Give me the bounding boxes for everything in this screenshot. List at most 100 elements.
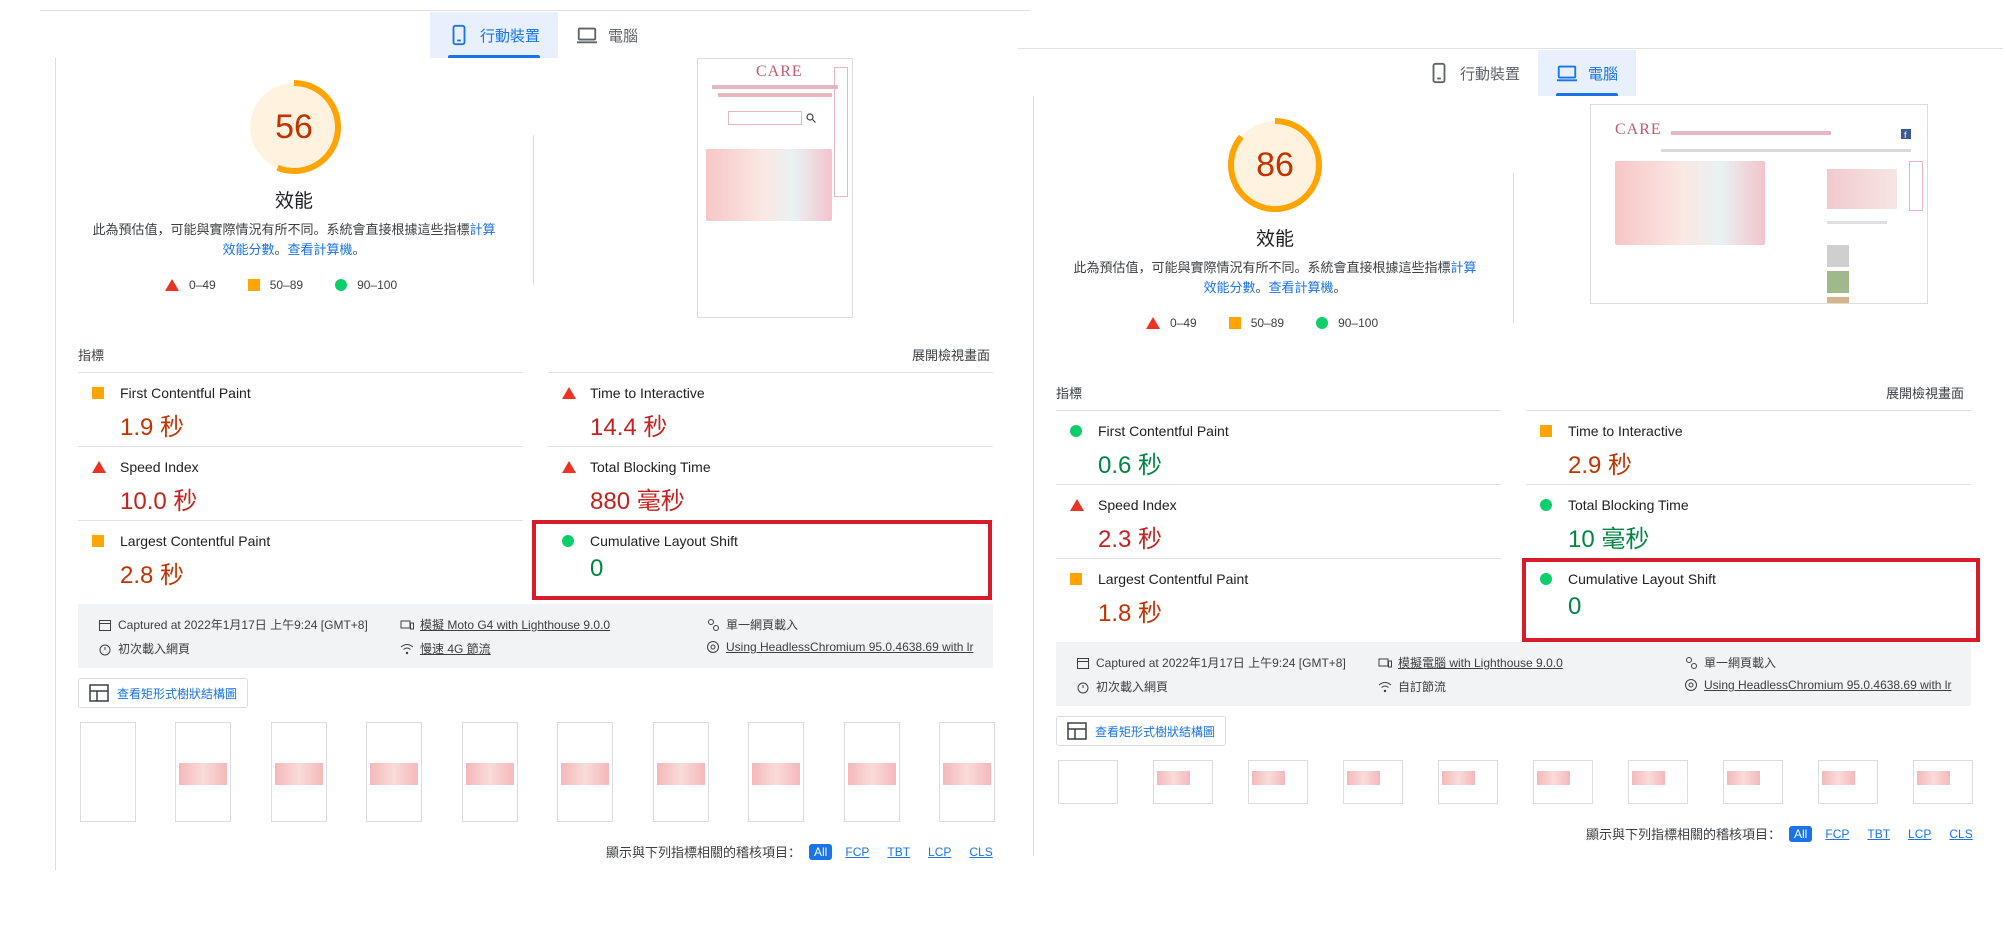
filter-cls[interactable]: CLS bbox=[964, 844, 997, 860]
filmstrip-frame bbox=[80, 722, 136, 822]
top-divider bbox=[40, 10, 1030, 11]
load-type: 初次載入網頁 bbox=[98, 640, 190, 657]
metric-value: 2.9 秒 bbox=[1568, 452, 1633, 479]
network-throttling[interactable]: 自訂節流 bbox=[1378, 678, 1446, 695]
load-type: 初次載入網頁 bbox=[1076, 678, 1168, 695]
session-type: 單一網頁載入 bbox=[706, 616, 798, 633]
filter-all[interactable]: All bbox=[809, 843, 833, 860]
metric-value: 1.9 秒 bbox=[120, 414, 185, 441]
filmstrip-frame bbox=[1343, 760, 1403, 804]
metric-si: Speed Index 2.3 秒 bbox=[1056, 484, 1501, 558]
metric-name: Total Blocking Time bbox=[1568, 497, 1689, 513]
filmstrip-frame bbox=[1913, 760, 1973, 804]
square-icon bbox=[1228, 317, 1241, 329]
filter-tbt[interactable]: TBT bbox=[1862, 826, 1895, 842]
metric-name: Largest Contentful Paint bbox=[1098, 571, 1249, 587]
tab-desktop[interactable]: 電腦 bbox=[558, 12, 656, 58]
circle-icon bbox=[1540, 499, 1552, 511]
view-treemap-button[interactable]: 查看矩形式樹狀結構圖 bbox=[78, 678, 249, 708]
legend-fail-label: 0–49 bbox=[1170, 316, 1197, 330]
frame-banner bbox=[370, 763, 419, 785]
filmstrip-frame bbox=[1818, 760, 1878, 804]
devices-icon bbox=[400, 620, 414, 629]
network-throttling[interactable]: 慢速 4G 節流 bbox=[400, 640, 491, 657]
tab-mobile[interactable]: 行動裝置 bbox=[430, 12, 559, 58]
session-text: 單一網頁載入 bbox=[726, 618, 799, 632]
wifi-icon bbox=[400, 643, 414, 654]
filter-fcp[interactable]: FCP bbox=[1820, 826, 1854, 842]
devices-icon bbox=[1378, 658, 1392, 667]
metric-tti: Time to Interactive 14.4 秒 bbox=[548, 372, 993, 446]
metrics-heading: 指標 bbox=[1056, 386, 1083, 401]
metric-value: 2.3 秒 bbox=[1098, 526, 1163, 553]
tab-active-indicator bbox=[448, 55, 541, 58]
phone-icon bbox=[452, 24, 466, 46]
chrome-icon bbox=[707, 641, 719, 653]
network-text: 自訂節流 bbox=[1398, 680, 1447, 694]
desc-text: 此為預估值，可能與實際情況有所不同。系統會直接根據這些指標 bbox=[92, 222, 470, 237]
filter-tbt[interactable]: TBT bbox=[882, 844, 915, 860]
session-type: 單一網頁載入 bbox=[1684, 654, 1776, 671]
chrome-icon bbox=[1685, 679, 1697, 691]
view-treemap-button[interactable]: 查看矩形式樹狀結構圖 bbox=[1056, 716, 1227, 746]
filmstrip-frame bbox=[461, 722, 518, 822]
final-screenshot-desktop: CARE f bbox=[1590, 104, 1928, 304]
sidebar-thumb bbox=[1827, 271, 1849, 293]
emulated-device[interactable]: 模擬 Moto G4 with Lighthouse 9.0.0 bbox=[400, 616, 610, 633]
score-legend: 0–49 50–89 90–100 bbox=[1146, 316, 1378, 330]
emulated-device[interactable]: 模擬電腦 with Lighthouse 9.0.0 bbox=[1378, 654, 1563, 671]
filmstrip-frame bbox=[1438, 760, 1498, 804]
browser-info[interactable]: Using HeadlessChromium 95.0.4638.69 with… bbox=[706, 640, 973, 654]
category-title: 效能 bbox=[274, 191, 313, 212]
search-icon bbox=[806, 113, 816, 123]
filter-label: 顯示與下列指標相關的稽核項目： bbox=[1586, 827, 1782, 842]
site-logo: CARE bbox=[756, 63, 803, 80]
filter-all[interactable]: All bbox=[1789, 825, 1813, 842]
sidebar-ad bbox=[1827, 169, 1897, 209]
filter-lcp[interactable]: LCP bbox=[923, 844, 956, 860]
tab-mobile[interactable]: 行動裝置 bbox=[1410, 50, 1538, 96]
expand-view-toggle[interactable]: 展開檢視畫面 bbox=[1886, 383, 1964, 402]
metric-name: Total Blocking Time bbox=[590, 459, 711, 475]
device-text: 模擬電腦 with Lighthouse 9.0.0 bbox=[1398, 656, 1563, 670]
square-icon bbox=[92, 535, 104, 547]
metric-name: Speed Index bbox=[1098, 497, 1177, 513]
calculator-link[interactable]: 查看計算機 bbox=[288, 242, 353, 257]
runtime-info: Captured at 2022年1月17日 上午9:24 [GMT+8] 模擬… bbox=[1056, 642, 1971, 706]
device-text: 模擬 Moto G4 with Lighthouse 9.0.0 bbox=[420, 618, 611, 632]
metric-name: Speed Index bbox=[120, 459, 199, 475]
filter-lcp[interactable]: LCP bbox=[1903, 826, 1936, 842]
tab-active-indicator bbox=[1556, 93, 1619, 96]
frame-banner bbox=[1347, 771, 1380, 785]
metric-tbt: Total Blocking Time 880 毫秒 bbox=[548, 446, 993, 520]
expand-view-toggle[interactable]: 展開檢視畫面 bbox=[912, 345, 990, 364]
filmstrip-frame bbox=[1533, 760, 1593, 804]
side-banner bbox=[834, 67, 848, 197]
score-gauge: 56 bbox=[245, 78, 343, 176]
legend-pass: 90–100 bbox=[1316, 316, 1378, 330]
filter-fcp[interactable]: FCP bbox=[840, 844, 874, 860]
frame-banner bbox=[1442, 771, 1475, 785]
triangle-icon bbox=[562, 461, 576, 473]
treemap-label: 查看矩形式樹狀結構圖 bbox=[117, 686, 238, 701]
metric-lcp: Largest Contentful Paint 1.8 秒 bbox=[1056, 558, 1501, 632]
tab-desktop[interactable]: 電腦 bbox=[1538, 50, 1637, 96]
sidebar-thumb bbox=[1827, 297, 1849, 303]
metric-value: 880 毫秒 bbox=[590, 488, 685, 515]
circle-icon bbox=[1316, 317, 1329, 329]
browser-info[interactable]: Using HeadlessChromium 95.0.4638.69 with… bbox=[1684, 678, 1951, 692]
frame-banner bbox=[1157, 771, 1190, 785]
timer-icon bbox=[99, 644, 111, 655]
filter-cls[interactable]: CLS bbox=[1944, 826, 1977, 842]
metric-tti: Time to Interactive 2.9 秒 bbox=[1526, 410, 1971, 484]
frame-banner bbox=[847, 763, 896, 785]
report-desktop: 行動裝置 電腦 86 效能 此為預估值，可能與實際情況有所不同。系統會直接根據這… bbox=[1018, 38, 2003, 918]
filmstrip-frame bbox=[1153, 760, 1213, 804]
legend-fail: 0–49 bbox=[165, 278, 216, 292]
legend-fail-label: 0–49 bbox=[189, 278, 216, 292]
metric-value: 1.8 秒 bbox=[1098, 600, 1163, 627]
calculator-link[interactable]: 查看計算機 bbox=[1269, 280, 1334, 295]
metric-fcp: First Contentful Paint 0.6 秒 bbox=[1056, 410, 1501, 484]
square-icon bbox=[1540, 425, 1552, 437]
frame-banner bbox=[1917, 771, 1950, 785]
